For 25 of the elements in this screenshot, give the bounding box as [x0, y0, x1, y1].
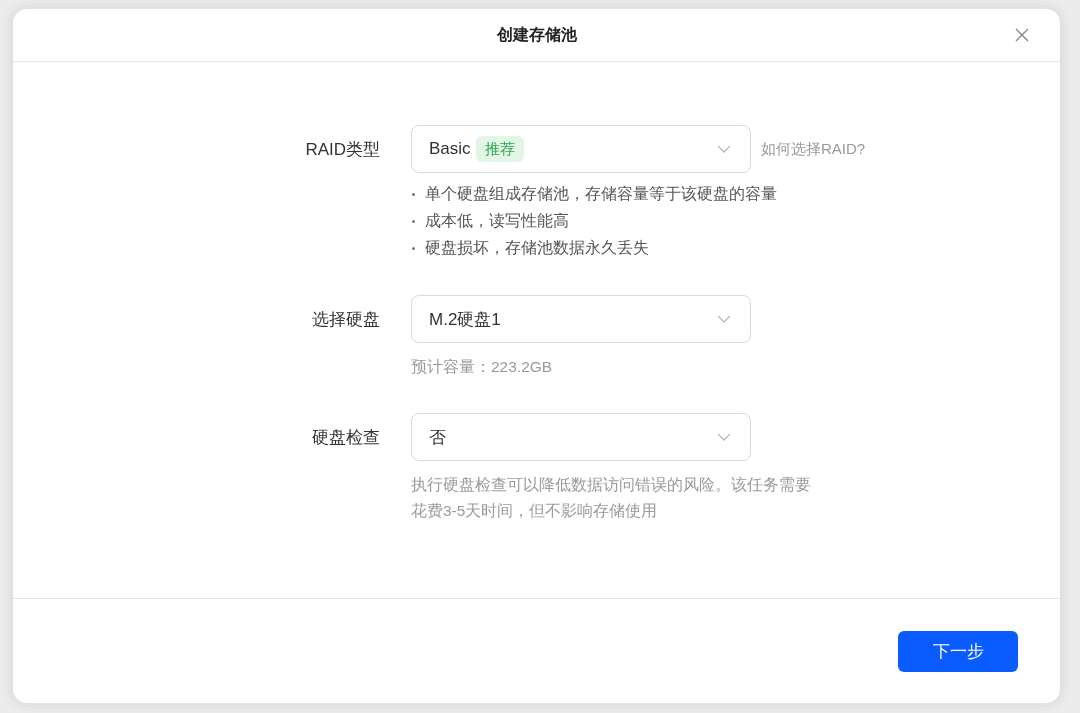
- note-text: 单个硬盘组成存储池，存储容量等于该硬盘的容量: [425, 184, 777, 204]
- bullet-icon: [412, 247, 415, 250]
- next-button[interactable]: 下一步: [898, 631, 1018, 672]
- chevron-down-icon: [717, 433, 731, 441]
- close-icon: [1015, 28, 1029, 42]
- chevron-down-icon: [717, 315, 731, 323]
- chevron-down-icon: [717, 145, 731, 153]
- note-text: 成本低，读写性能高: [425, 211, 569, 231]
- note-text: 硬盘损坏，存储池数据永久丢失: [425, 238, 649, 258]
- dropdown-field[interactable]: 否: [411, 413, 751, 461]
- dropdown-value: M.2硬盘1: [429, 308, 501, 331]
- field-label: 硬盘检查: [312, 426, 380, 449]
- hint-text: 执行硬盘检查可以降低数据访问错误的风险。该任务需要花费3-5天时间，但不影响存储使用: [411, 475, 812, 521]
- dropdown-field[interactable]: M.2硬盘1: [411, 295, 751, 343]
- field-label: RAID类型: [305, 138, 380, 161]
- recommended-tag: 推荐: [475, 136, 524, 162]
- dropdown-value: Basic: [429, 139, 471, 159]
- field-label: 选择硬盘: [312, 308, 380, 331]
- bullet-icon: [412, 193, 415, 196]
- bullet-icon: [412, 220, 415, 223]
- dialog-title: 创建存储池: [496, 24, 577, 45]
- hint-text: 预计容量：223.2GB: [411, 357, 554, 377]
- close-button[interactable]: [1014, 27, 1030, 43]
- dropdown-value: 否: [429, 426, 446, 449]
- dropdown-field[interactable]: Basic 推荐: [411, 125, 751, 173]
